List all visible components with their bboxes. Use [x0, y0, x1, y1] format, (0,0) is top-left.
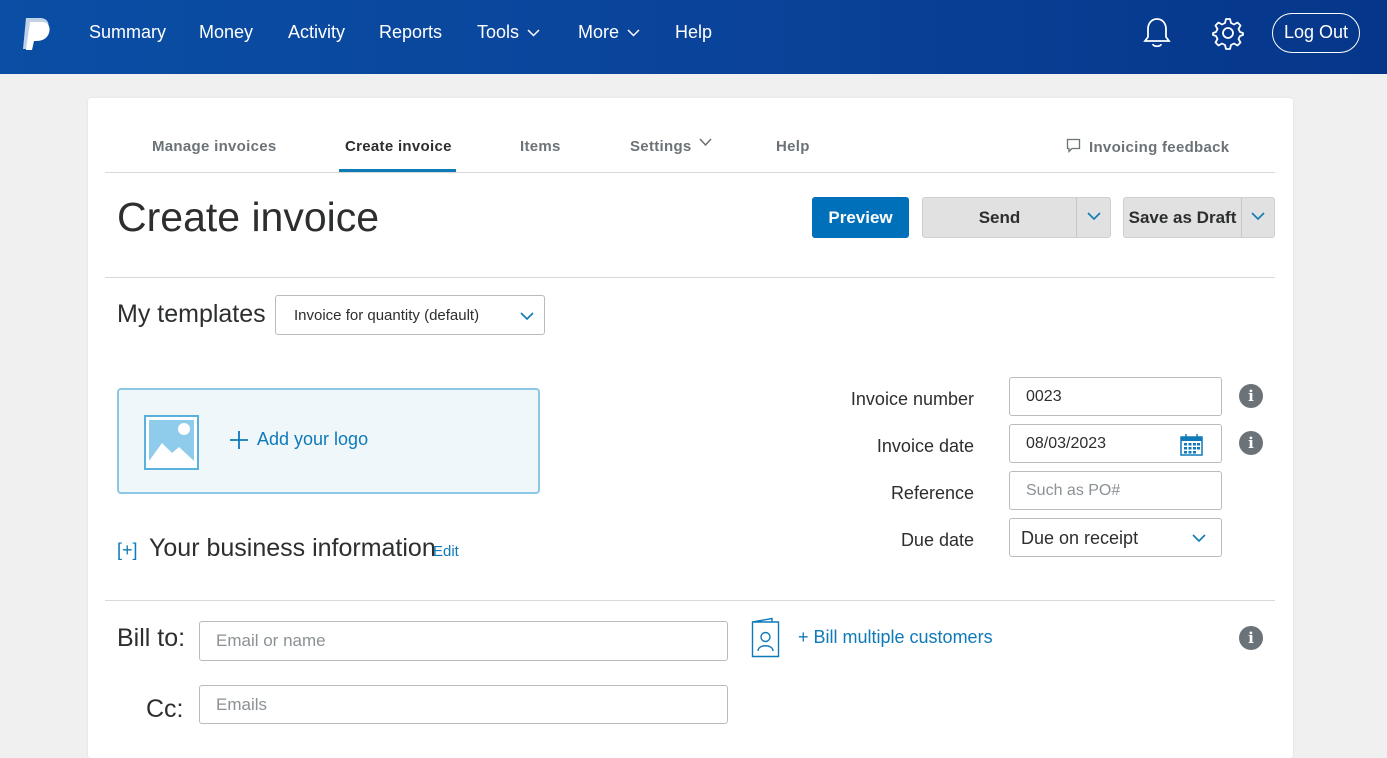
bill-multiple-customers-link[interactable]: + Bill multiple customers	[798, 627, 993, 648]
chevron-down-icon	[1192, 534, 1206, 543]
nav-activity[interactable]: Activity	[288, 22, 345, 43]
gear-icon[interactable]	[1212, 16, 1244, 50]
divider	[105, 600, 1275, 601]
nav-tools-label: Tools	[477, 22, 520, 42]
save-draft-button-group: Save as Draft	[1123, 197, 1275, 238]
bill-to-label: Bill to:	[117, 624, 186, 652]
page-title: Create invoice	[117, 194, 380, 240]
divider	[105, 172, 1275, 173]
template-select[interactable]: Invoice for quantity (default)	[275, 295, 545, 335]
divider	[1076, 198, 1077, 237]
due-date-value: Due on receipt	[1021, 528, 1139, 548]
bell-icon[interactable]	[1141, 16, 1173, 50]
due-date-label: Due date	[900, 530, 974, 550]
due-date-select[interactable]: Due on receipt	[1009, 518, 1222, 557]
preview-button[interactable]: Preview	[812, 197, 909, 238]
customer-card-icon	[751, 617, 780, 658]
reference-field[interactable]: Such as PO#	[1009, 471, 1222, 510]
nav-reports[interactable]: Reports	[379, 22, 442, 43]
paypal-logo[interactable]	[20, 16, 52, 52]
chevron-down-icon	[627, 29, 640, 37]
divider	[105, 277, 1275, 278]
cc-field[interactable]: Emails	[199, 685, 728, 724]
nav-more[interactable]: More	[578, 22, 640, 43]
add-logo-link[interactable]: Add your logo	[257, 429, 368, 450]
cc-label: Cc:	[146, 695, 184, 723]
invoicing-feedback-label: Invoicing feedback	[1089, 139, 1230, 156]
reference-label: Reference	[890, 483, 974, 503]
invoice-date-label: Invoice date	[876, 436, 974, 456]
tab-items[interactable]: Items	[520, 138, 561, 155]
chevron-down-icon	[699, 138, 712, 147]
info-icon[interactable]: i	[1239, 431, 1263, 455]
send-button-group: Send	[922, 197, 1111, 238]
invoice-date-value: 08/03/2023	[1026, 435, 1107, 452]
expand-business-toggle[interactable]: [+]	[117, 540, 138, 561]
business-edit-link[interactable]: Edit	[433, 543, 459, 560]
bill-to-field[interactable]: Email or name	[199, 621, 728, 661]
chevron-down-icon[interactable]	[1087, 212, 1101, 221]
chevron-down-icon	[527, 29, 540, 37]
speech-bubble-icon	[1066, 138, 1081, 154]
invoice-number-field[interactable]: 0023	[1009, 377, 1222, 416]
chevron-down-icon[interactable]	[1251, 212, 1265, 221]
chevron-down-icon	[520, 312, 534, 321]
image-placeholder-icon	[144, 415, 199, 470]
business-info-title: Your business information	[149, 534, 436, 562]
calendar-icon[interactable]	[1180, 434, 1203, 456]
invoice-number-label: Invoice number	[850, 389, 974, 409]
nav-money[interactable]: Money	[199, 22, 253, 43]
tab-manage-invoices[interactable]: Manage invoices	[152, 138, 277, 155]
tab-settings-label: Settings	[630, 138, 692, 155]
tab-create-invoice[interactable]: Create invoice	[345, 138, 452, 155]
tab-help[interactable]: Help	[776, 138, 810, 155]
nav-more-label: More	[578, 22, 620, 42]
log-out-button[interactable]: Log Out	[1272, 13, 1360, 53]
nav-summary[interactable]: Summary	[89, 22, 166, 43]
nav-help[interactable]: Help	[675, 22, 712, 43]
nav-tools[interactable]: Tools	[477, 22, 540, 43]
invoice-date-field[interactable]: 08/03/2023	[1009, 424, 1222, 463]
save-as-draft-button[interactable]: Save as Draft	[1124, 198, 1241, 237]
info-icon[interactable]: i	[1239, 626, 1263, 650]
send-button[interactable]: Send	[923, 198, 1076, 237]
top-navigation-bar: Summary Money Activity Reports Tools Mor…	[0, 0, 1387, 74]
plus-icon	[230, 431, 248, 449]
divider	[1241, 198, 1242, 237]
invoicing-feedback-link[interactable]: Invoicing feedback	[1066, 138, 1229, 156]
info-icon[interactable]: i	[1239, 384, 1263, 408]
tab-settings[interactable]: Settings	[630, 138, 712, 155]
template-select-value: Invoice for quantity (default)	[294, 307, 480, 324]
templates-label: My templates	[117, 300, 266, 328]
